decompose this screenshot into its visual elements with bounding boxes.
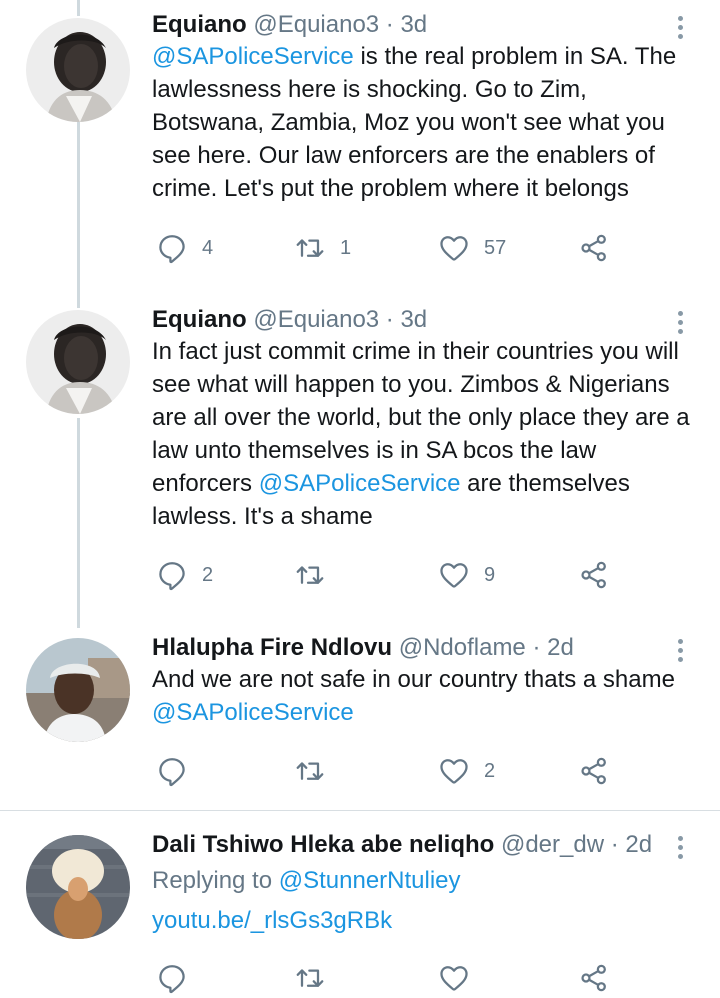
like-count: 9: [484, 563, 496, 586]
replying-to-label: Replying to: [152, 867, 279, 894]
tweet-text: youtu.be/_rlsGs3gRBk: [152, 904, 702, 937]
chicken-avatar-image: [26, 835, 130, 939]
reply-button[interactable]: [156, 751, 202, 791]
handle-and-time: @Equiano3 · 3d: [253, 11, 428, 38]
reply-count: 4: [202, 236, 214, 259]
like-icon: [438, 755, 470, 787]
display-name[interactable]: Dali Tshiwo Hleka abe neliqho: [152, 831, 494, 858]
retweet-count: 1: [340, 236, 352, 259]
retweet-button[interactable]: [294, 958, 326, 998]
display-name[interactable]: Equiano: [152, 306, 247, 333]
selfie-avatar-image: [26, 638, 130, 742]
avatar[interactable]: [26, 310, 130, 414]
like-icon: [438, 559, 470, 591]
portrait-avatar-image: [26, 18, 130, 122]
tweet-header: Hlalupha Fire Ndlovu @Ndoflame · 2d: [152, 633, 574, 663]
tweet[interactable]: Equiano @Equiano3 · 3d @SAPoliceService …: [0, 10, 720, 290]
tweet[interactable]: Dali Tshiwo Hleka abe neliqho @der_dw · …: [0, 830, 720, 967]
avatar[interactable]: [26, 18, 130, 122]
avatar[interactable]: [26, 638, 130, 742]
tweet-text-content: And we are not safe in our country thats…: [152, 666, 675, 693]
like-button[interactable]: 9: [438, 555, 495, 595]
tweet-actions: 2 9: [152, 555, 622, 595]
reply-count: 2: [202, 563, 214, 586]
more-icon[interactable]: [676, 311, 684, 337]
like-count: 57: [484, 236, 507, 259]
youtube-link[interactable]: youtu.be/_rlsGs3gRBk: [152, 907, 392, 934]
avatar[interactable]: [26, 835, 130, 939]
replying-to-handle[interactable]: @StunnerNtuliey: [279, 867, 461, 894]
tweet-text: In fact just commit crime in their count…: [152, 335, 702, 533]
retweet-button[interactable]: [294, 555, 340, 595]
like-button[interactable]: [438, 958, 470, 998]
share-icon: [578, 559, 610, 591]
handle-and-time: @Ndoflame · 2d: [398, 634, 574, 661]
portrait-avatar-image: [26, 310, 130, 414]
more-icon[interactable]: [676, 16, 684, 42]
handle-and-time: @der_dw · 2d: [500, 831, 653, 858]
display-name[interactable]: Equiano: [152, 11, 247, 38]
reply-icon: [156, 232, 188, 264]
like-icon: [438, 232, 470, 264]
mention-link[interactable]: @SAPoliceService: [152, 699, 354, 726]
tweet-header: Equiano @Equiano3 · 3d: [152, 10, 427, 40]
tweet-header: Dali Tshiwo Hleka abe neliqho @der_dw · …: [152, 830, 652, 860]
more-icon[interactable]: [676, 836, 684, 862]
mention-link[interactable]: @SAPoliceService: [152, 43, 354, 70]
display-name[interactable]: Hlalupha Fire Ndlovu: [152, 634, 392, 661]
reply-button[interactable]: 4: [156, 228, 213, 268]
like-count: 2: [484, 759, 496, 782]
like-button[interactable]: 2: [438, 751, 495, 791]
reply-button[interactable]: [156, 958, 188, 998]
divider: [0, 810, 720, 811]
tweet-text: @SAPoliceService is the real problem in …: [152, 40, 702, 205]
retweet-icon: [294, 232, 326, 264]
reply-icon: [156, 559, 188, 591]
more-icon[interactable]: [676, 639, 684, 665]
retweet-button[interactable]: 1: [294, 228, 351, 268]
reply-button[interactable]: 2: [156, 555, 213, 595]
like-button[interactable]: 57: [438, 228, 506, 268]
tweet[interactable]: Equiano @Equiano3 · 3d In fact just comm…: [0, 305, 720, 615]
retweet-icon: [294, 559, 326, 591]
share-button[interactable]: [578, 228, 610, 268]
retweet-icon: [294, 755, 326, 787]
retweet-button[interactable]: [294, 751, 340, 791]
handle-and-time: @Equiano3 · 3d: [253, 306, 428, 333]
tweet-header: Equiano @Equiano3 · 3d: [152, 305, 427, 335]
tweet-actions: 2: [152, 751, 622, 791]
share-icon: [578, 755, 610, 787]
mention-link[interactable]: @SAPoliceService: [259, 470, 461, 497]
tweet-actions: [152, 958, 622, 998]
tweet-text: Replying to @StunnerNtuliey: [152, 864, 702, 897]
tweet-actions: 4 1 57: [152, 228, 622, 268]
tweet[interactable]: Hlalupha Fire Ndlovu @Ndoflame · 2d And …: [0, 633, 720, 803]
share-icon: [578, 232, 610, 264]
reply-icon: [156, 755, 188, 787]
share-button[interactable]: [578, 751, 610, 791]
tweet-text: And we are not safe in our country thats…: [152, 663, 702, 729]
share-button[interactable]: [578, 958, 610, 998]
share-button[interactable]: [578, 555, 610, 595]
